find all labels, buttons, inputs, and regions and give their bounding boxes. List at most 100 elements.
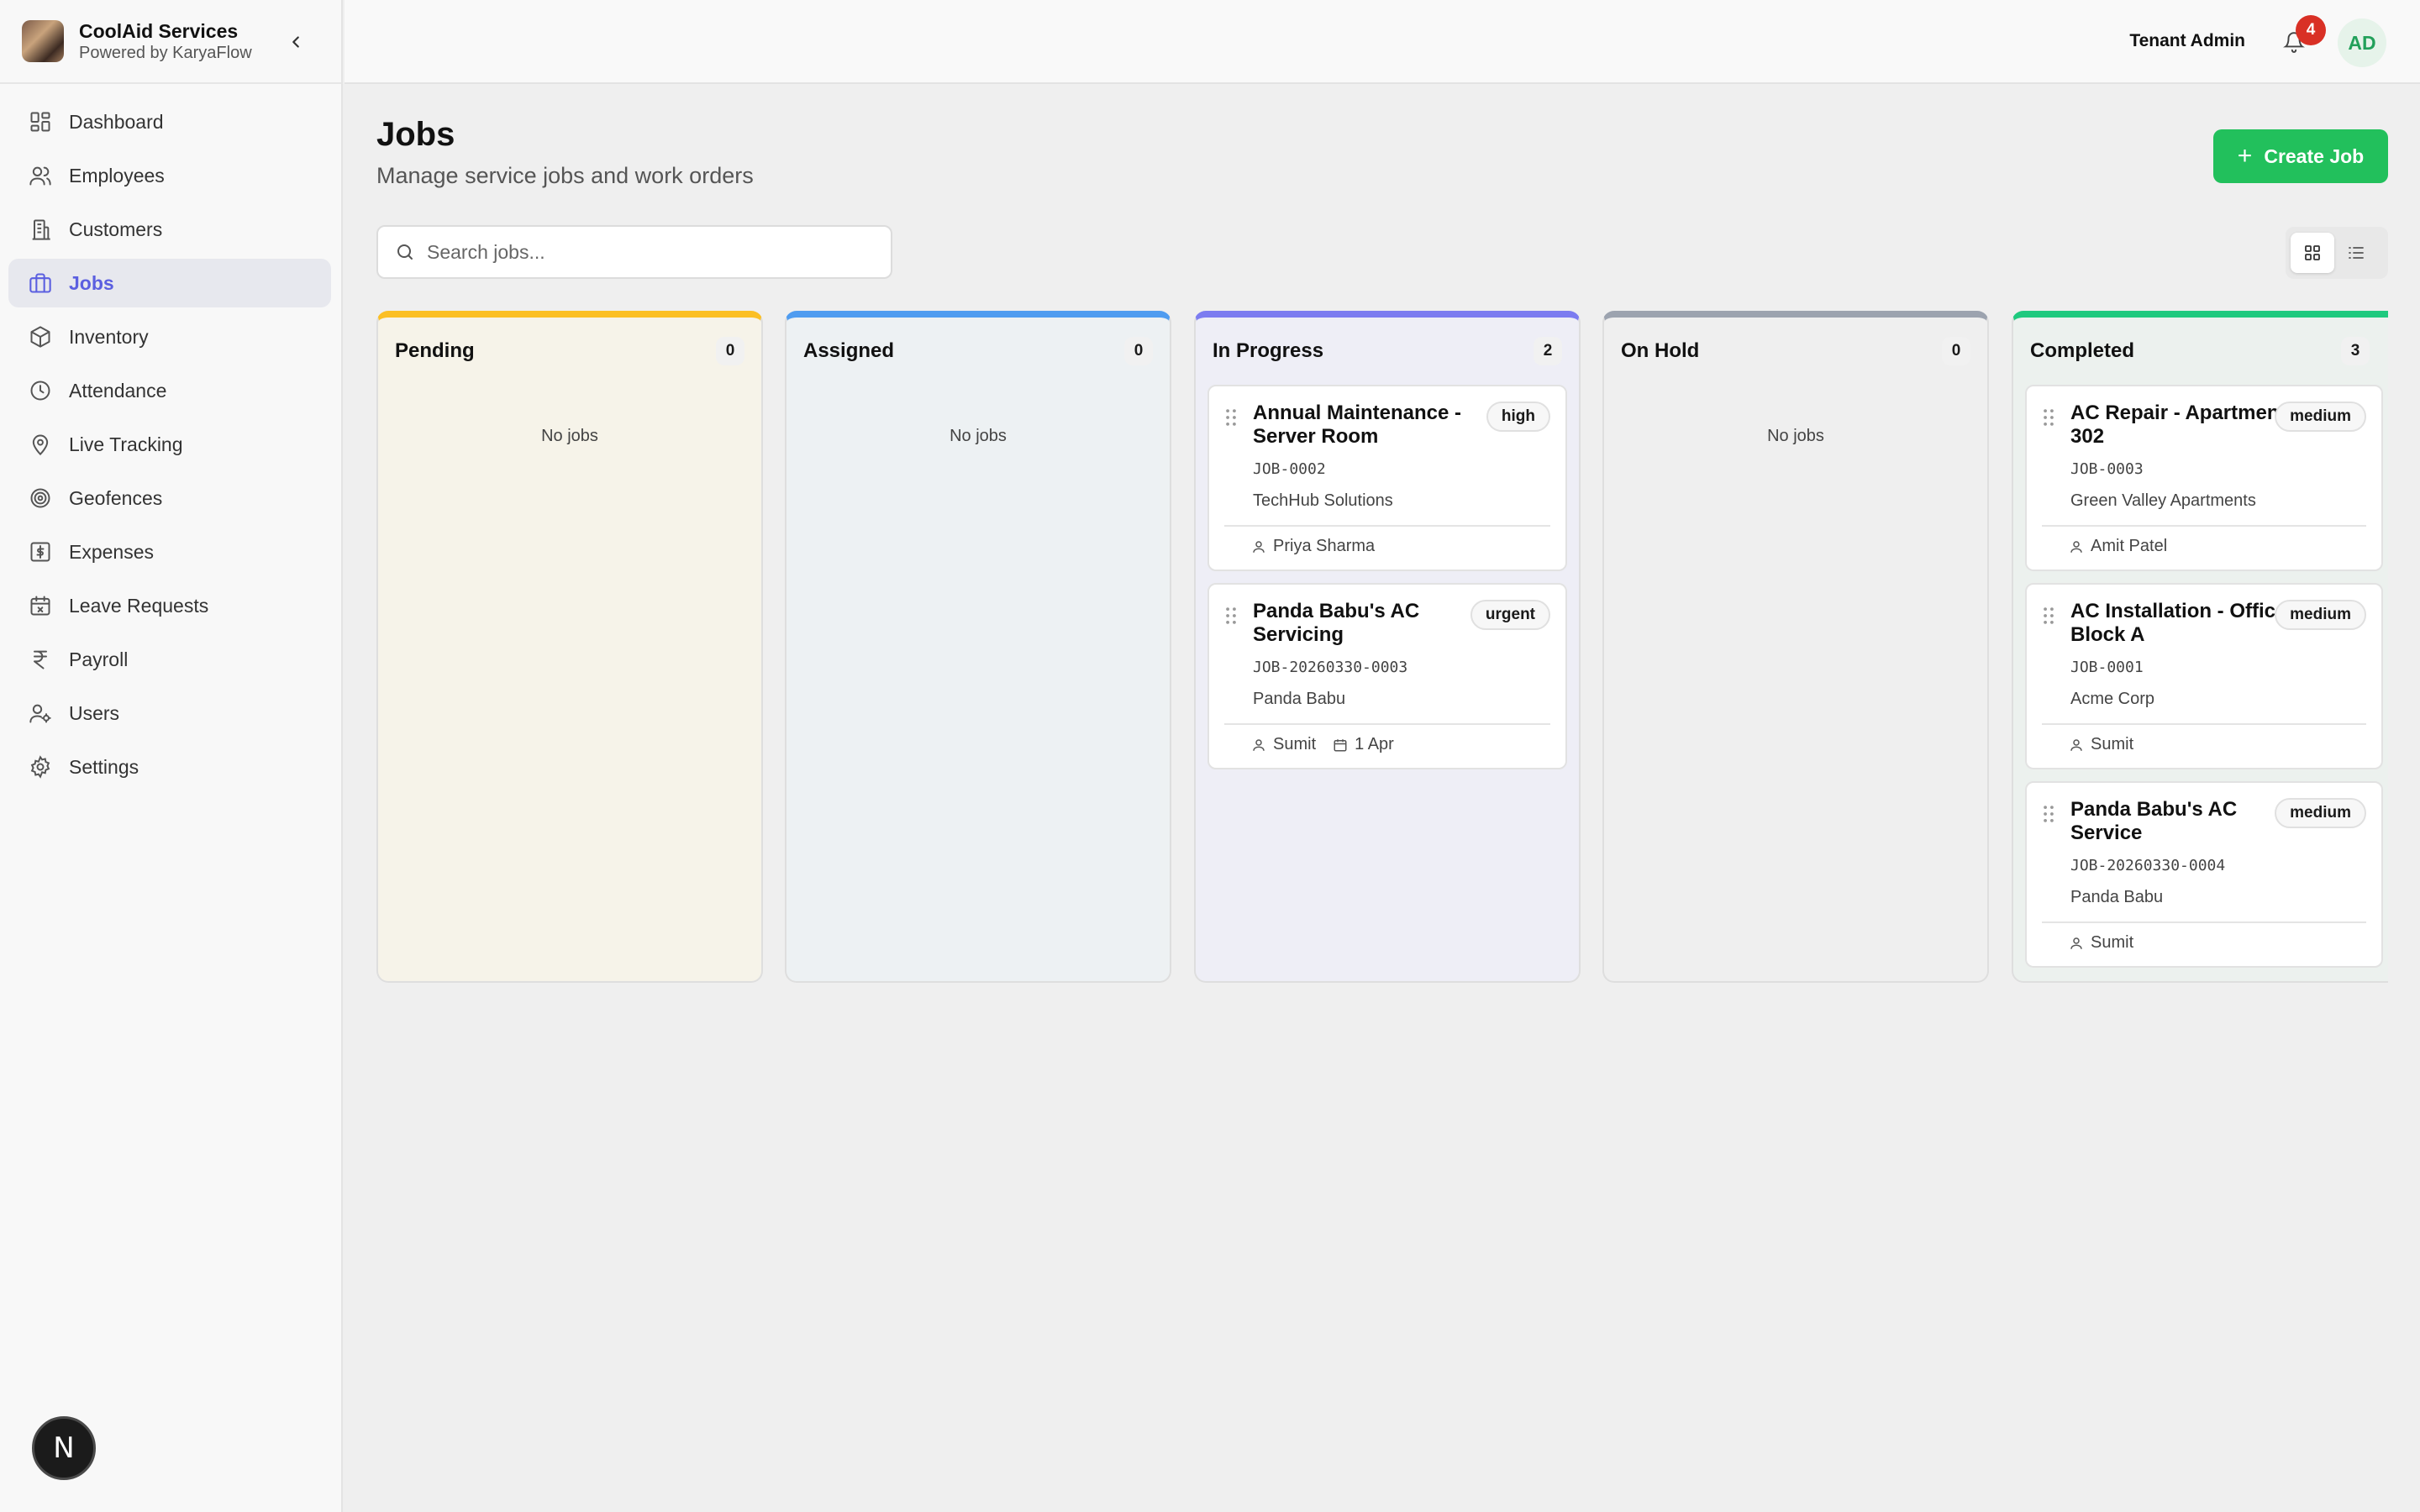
user-icon [1253,738,1265,751]
priority-badge: high [1486,402,1550,432]
gear-icon [27,753,54,780]
sidebar-item-settings[interactable]: Settings [8,743,331,791]
sidebar-item-label: Expenses [69,540,155,563]
job-card[interactable]: Annual Maintenance - Server Room high JO… [1207,385,1567,571]
create-job-button[interactable]: + Create Job [2213,129,2388,183]
sidebar-item-employees[interactable]: Employees [8,151,331,200]
page-subtitle: Manage service jobs and work orders [376,163,754,188]
sidebar-item-dashboard[interactable]: Dashboard [8,97,331,146]
users-icon [27,162,54,189]
column-in-progress: In Progress 2 Annual Maintenance - Serve… [1194,311,1581,983]
building-icon [27,216,54,243]
column-count: 3 [2341,337,2370,365]
sidebar-item-live-tracking[interactable]: Live Tracking [8,420,331,469]
job-card[interactable]: Panda Babu's AC Servicing urgent JOB-202… [1207,583,1567,769]
empty-state: No jobs [541,427,598,445]
tenant-switcher[interactable]: Tenant Admin [2114,22,2260,60]
avatar[interactable]: AD [2338,18,2386,67]
job-title: Annual Maintenance - Server Room [1253,402,1462,448]
sidebar-item-leave-requests[interactable]: Leave Requests [8,581,331,630]
dashboard-icon [27,108,54,135]
brand-logo [22,20,64,62]
job-card[interactable]: Panda Babu's AC Service medium JOB-20260… [2025,781,2383,968]
brand-header: CoolAid Services Powered by KaryaFlow [0,0,341,84]
drag-handle-icon[interactable] [2042,606,2055,625]
target-icon [27,485,54,512]
briefcase-icon [27,270,54,297]
drag-handle-icon[interactable] [2042,805,2055,823]
job-date: 1 Apr [1355,735,1394,753]
kanban-board: Pending 0 No jobs Assigned 0 No jobs In … [376,311,2388,984]
sidebar-item-users[interactable]: Users [8,689,331,738]
create-job-label: Create Job [2264,144,2365,167]
column-title: Assigned [803,339,895,362]
job-code: JOB-20260330-0004 [2070,857,2226,874]
job-customer: TechHub Solutions [1253,491,1393,510]
job-meta: Sumit 1 Apr [1224,723,1550,754]
search-input[interactable] [427,240,864,264]
drag-handle-icon[interactable] [2042,408,2055,427]
sidebar-item-geofences[interactable]: Geofences [8,474,331,522]
map-pin-icon [27,431,54,458]
job-assignee: Priya Sharma [1273,537,1376,555]
sidebar-item-label: Customers [69,218,163,240]
column-assigned: Assigned 0 No jobs [785,311,1171,983]
search-icon [397,244,413,260]
sidebar-item-label: Users [69,701,120,724]
column-count: 2 [1534,337,1562,365]
job-assignee: Sumit [2091,735,2134,753]
sidebar: CoolAid Services Powered by KaryaFlow Da… [0,0,343,1512]
drag-handle-icon[interactable] [1224,606,1238,625]
sidebar-item-expenses[interactable]: Expenses [8,528,331,576]
sidebar-item-label: Jobs [69,271,114,294]
column-title: Completed [2030,339,2135,362]
sidebar-item-label: Geofences [69,486,163,509]
job-code: JOB-20260330-0003 [1253,659,1408,676]
list-icon [2349,247,2364,259]
job-meta: Amit Patel [2042,525,2366,556]
priority-badge: medium [2275,600,2366,630]
sidebar-item-payroll[interactable]: Payroll [8,635,331,684]
dollar-icon [27,538,54,565]
job-card[interactable]: AC Repair - Apartment 302 medium JOB-000… [2025,385,2383,571]
job-meta: Priya Sharma [1224,525,1550,556]
job-code: JOB-0001 [2070,659,2144,676]
column-count: 0 [1124,337,1153,365]
job-assignee: Sumit [2091,933,2134,952]
sidebar-item-attendance[interactable]: Attendance [8,366,331,415]
search-box [376,225,892,279]
sidebar-item-jobs[interactable]: Jobs [8,259,331,307]
user-icon [2070,540,2082,553]
calendar-icon [1334,738,1347,751]
calendar-x-icon [27,592,54,619]
sidebar-item-inventory[interactable]: Inventory [8,312,331,361]
job-assignee: Amit Patel [2091,537,2168,555]
package-icon [27,323,54,350]
board-view-button[interactable] [2291,233,2334,273]
drag-handle-icon[interactable] [1224,408,1238,427]
sidebar-item-label: Leave Requests [69,594,209,617]
column-title: Pending [395,339,475,362]
sidebar-item-customers[interactable]: Customers [8,205,331,254]
job-title: Panda Babu's AC Service [2070,798,2238,844]
sidebar-item-label: Inventory [69,325,149,348]
dev-tools-badge[interactable]: N [32,1416,96,1480]
grid-icon [2305,245,2320,260]
list-view-button[interactable] [2334,233,2378,273]
top-bar: Tenant Admin 4 AD [345,0,2420,84]
job-card[interactable]: AC Installation - Office Block A medium … [2025,583,2383,769]
empty-state: No jobs [1767,427,1824,445]
job-code: JOB-0003 [2070,460,2144,478]
notification-count-badge: 4 [2296,15,2326,45]
column-count: 0 [716,337,744,365]
job-assignee: Sumit [1273,735,1317,753]
column-title: On Hold [1621,339,1700,362]
collapse-sidebar-button[interactable] [281,27,311,57]
sidebar-item-label: Live Tracking [69,433,183,455]
brand-title: CoolAid Services [79,20,239,42]
job-meta: Sumit [2042,723,2366,754]
priority-badge: medium [2275,402,2366,432]
sidebar-item-label: Settings [69,755,139,778]
sidebar-item-label: Attendance [69,379,167,402]
column-pending: Pending 0 No jobs [376,311,763,983]
